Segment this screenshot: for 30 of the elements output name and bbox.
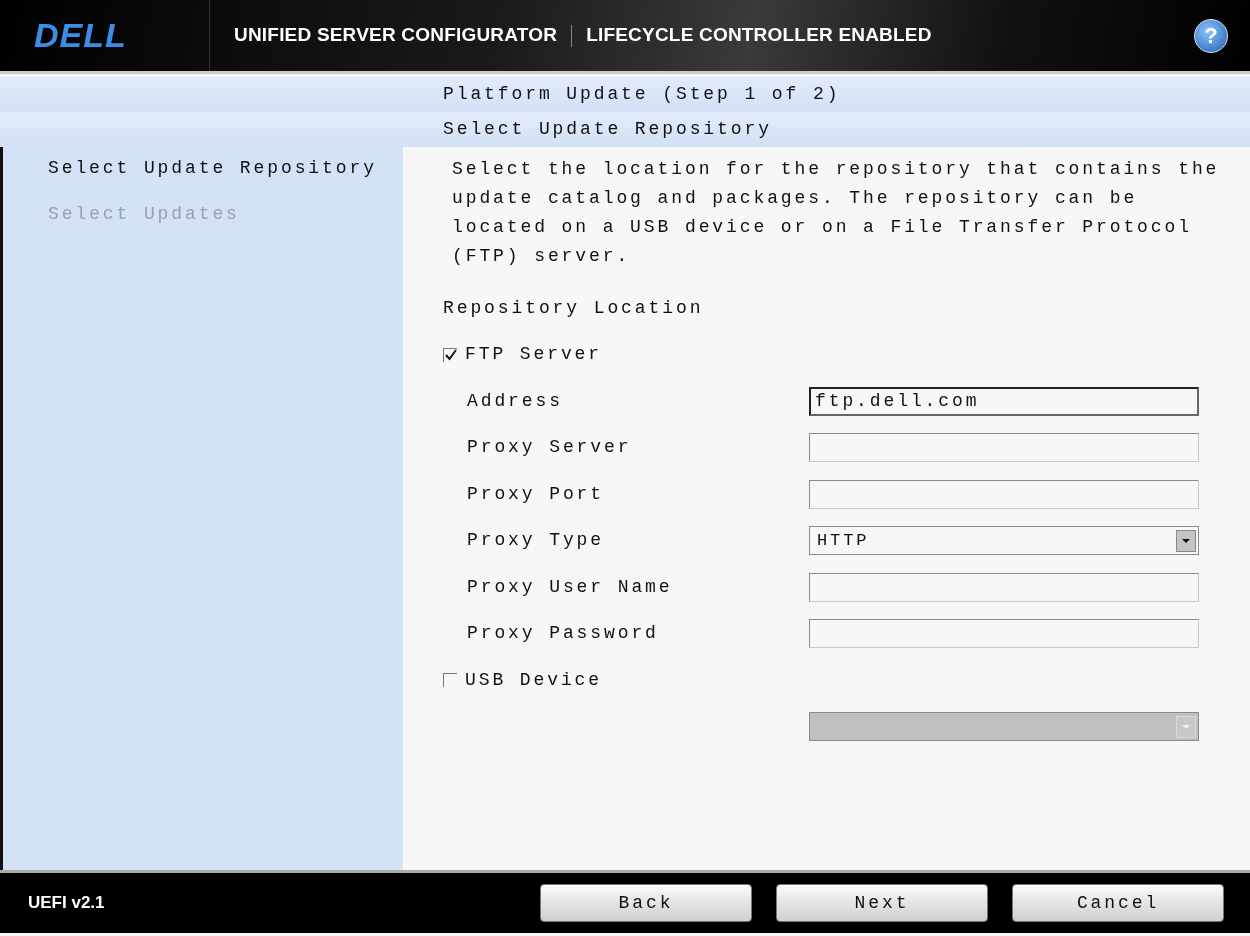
field-label: Proxy Type <box>467 530 605 551</box>
checkbox-label: FTP Server <box>465 343 603 367</box>
version-label: UEFI v2.1 <box>27 892 106 915</box>
page-heading: Select Update Repository <box>443 118 772 141</box>
field-label: Proxy Port <box>467 483 605 504</box>
sidebar-item[interactable]: Select Update Repository <box>48 155 403 201</box>
input-field[interactable] <box>809 572 1199 602</box>
footer-button[interactable]: Next <box>776 884 988 922</box>
page-heading: Platform Update (Step 1 of 2) <box>443 83 841 106</box>
dropdown[interactable]: HTTP <box>809 526 1199 556</box>
logo: DELL <box>34 15 127 56</box>
field-label: Proxy Server <box>467 437 632 458</box>
input-field[interactable]: ftp.dell.com <box>809 386 1199 416</box>
checkbox-label: USB Device <box>465 668 603 692</box>
checkbox[interactable] <box>443 347 457 362</box>
caret-icon <box>1176 529 1196 552</box>
input-field[interactable] <box>809 479 1199 509</box>
description-text: Select the location for the repository that contains the update catalog and packages. The repository can be located on a USB device or on a File Transfer Protocol (FTP) server. <box>451 158 1221 268</box>
field-label: Proxy User Name <box>467 576 673 597</box>
checkbox[interactable] <box>443 673 457 688</box>
field-label: Address <box>467 390 563 411</box>
caret-icon <box>1176 715 1196 738</box>
field-label: Proxy Password <box>467 623 659 644</box>
input-field[interactable] <box>809 433 1199 463</box>
footer-button[interactable]: Back <box>540 884 752 922</box>
app-subtitle: LIFECYCLE CONTROLLER ENABLED <box>586 23 932 48</box>
input-field[interactable] <box>809 619 1199 649</box>
app-title: UNIFIED SERVER CONFIGURATOR <box>234 23 558 48</box>
section-label: Repository Location <box>443 296 704 320</box>
footer-button[interactable]: Cancel <box>1012 884 1224 922</box>
